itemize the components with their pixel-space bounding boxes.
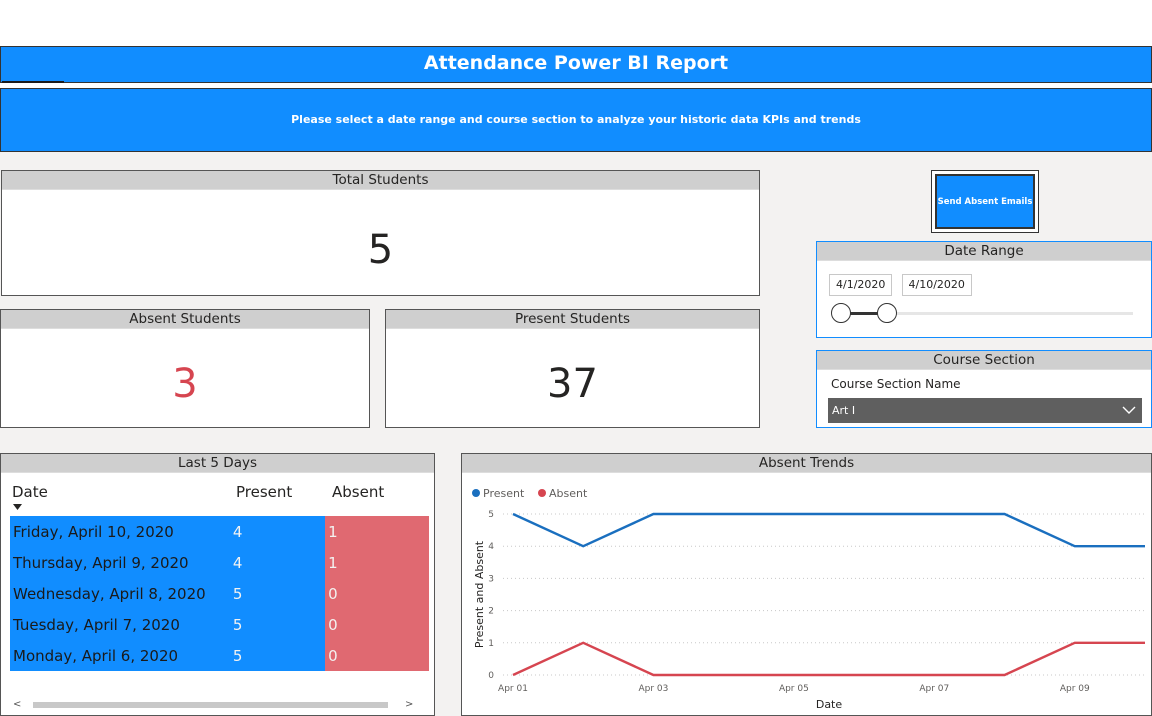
send-absent-emails-label: Send Absent Emails	[935, 174, 1035, 229]
legend-marker-absent	[538, 489, 546, 497]
sort-descending-icon[interactable]	[13, 504, 22, 510]
course-section-selected: Art I	[832, 404, 856, 417]
x-tick-label: Apr 07	[919, 684, 949, 694]
course-section-title: Course Section	[817, 351, 1151, 370]
absent-students-card[interactable]: Absent Students 3	[0, 309, 370, 428]
last-5-days-title: Last 5 Days	[1, 454, 434, 473]
y-tick-label: 3	[488, 574, 494, 584]
report-title-bar: Attendance Power BI Report	[0, 46, 1152, 83]
title-underline	[2, 81, 64, 83]
y-tick-label: 5	[488, 510, 494, 520]
series-line-present	[512, 512, 1145, 548]
send-absent-emails-button[interactable]: Send Absent Emails	[931, 170, 1039, 233]
cell-present: 4	[229, 547, 326, 578]
cell-absent: 1	[325, 516, 429, 547]
table-header: Date Present Absent	[1, 473, 434, 515]
last-5-days-table: Friday, April 10, 2020 4 1 Thursday, April …	[10, 516, 429, 671]
end-date-input[interactable]: 4/10/2020	[901, 274, 972, 296]
absent-students-label: Absent Students	[1, 310, 369, 329]
cell-absent: 1	[325, 547, 429, 578]
course-section-dropdown[interactable]: Art I	[828, 398, 1142, 423]
cell-present: 5	[229, 578, 326, 609]
table-row[interactable]: Friday, April 10, 2020 4 1	[10, 516, 429, 547]
present-students-card[interactable]: Present Students 37	[385, 309, 760, 428]
present-students-value: 37	[547, 361, 598, 407]
x-tick-label: Apr 09	[1060, 684, 1090, 694]
cell-absent: 0	[325, 640, 429, 671]
series-line-absent	[512, 641, 1145, 677]
scroll-left-icon[interactable]: <	[13, 699, 21, 710]
instructions-text: Please select a date range and course se…	[291, 113, 861, 126]
total-students-label: Total Students	[2, 171, 759, 190]
date-range-slicer[interactable]: Date Range 4/1/2020 4/10/2020	[816, 241, 1152, 338]
table-row[interactable]: Wednesday, April 8, 2020 5 0	[10, 578, 429, 609]
column-header-present[interactable]: Present	[236, 483, 292, 501]
horizontal-scrollbar[interactable]	[33, 702, 388, 708]
y-tick-label: 4	[488, 542, 494, 552]
total-students-card[interactable]: Total Students 5	[1, 170, 760, 296]
total-students-value: 5	[367, 227, 394, 273]
y-axis-title: Present and Absent	[473, 540, 486, 648]
instructions-banner: Please select a date range and course se…	[0, 88, 1152, 152]
cell-date: Tuesday, April 7, 2020	[10, 609, 230, 640]
absent-trends-chart-card[interactable]: Absent Trends 0 1 2 3 4 5 Apr 01 Apr 03 Apr 05 Ap…	[461, 453, 1152, 716]
y-tick-label: 2	[488, 607, 494, 617]
scroll-right-icon[interactable]: >	[405, 699, 413, 710]
start-date-input[interactable]: 4/1/2020	[829, 274, 893, 296]
chevron-down-icon	[1122, 406, 1136, 414]
date-slider-end-handle[interactable]	[877, 303, 897, 323]
legend-label-present: Present	[483, 487, 525, 500]
y-tick-label: 1	[488, 639, 494, 649]
column-header-date[interactable]: Date	[12, 483, 48, 501]
absent-trends-title: Absent Trends	[462, 454, 1151, 473]
legend-label-absent: Absent	[549, 487, 588, 500]
course-section-field-label: Course Section Name	[831, 377, 961, 391]
x-tick-label: Apr 05	[779, 684, 809, 694]
present-students-label: Present Students	[386, 310, 759, 329]
course-section-slicer[interactable]: Course Section Course Section Name Art I	[816, 350, 1152, 428]
column-header-absent[interactable]: Absent	[332, 483, 384, 501]
cell-present: 4	[229, 516, 326, 547]
y-tick-label: 0	[488, 671, 494, 681]
absent-students-value: 3	[172, 361, 198, 407]
x-tick-label: Apr 01	[498, 684, 528, 694]
cell-date: Wednesday, April 8, 2020	[10, 578, 230, 609]
cell-present: 5	[229, 609, 326, 640]
cell-date: Friday, April 10, 2020	[10, 516, 230, 547]
date-slider-start-handle[interactable]	[831, 303, 851, 323]
table-row[interactable]: Thursday, April 9, 2020 4 1	[10, 547, 429, 578]
last-5-days-table-card[interactable]: Last 5 Days Date Present Absent Friday, …	[0, 453, 435, 716]
absent-trends-chart: 0 1 2 3 4 5 Apr 01 Apr 03 Apr 05 Apr 07 Apr 09 Date…	[472, 487, 1145, 711]
cell-absent: 0	[325, 609, 429, 640]
table-row[interactable]: Tuesday, April 7, 2020 5 0	[10, 609, 429, 640]
x-axis-title: Date	[816, 698, 843, 711]
cell-date: Thursday, April 9, 2020	[10, 547, 230, 578]
report-title: Attendance Power BI Report	[423, 52, 729, 74]
cell-present: 5	[229, 640, 326, 671]
cell-absent: 0	[325, 578, 429, 609]
date-range-title: Date Range	[817, 242, 1151, 261]
x-tick-label: Apr 03	[638, 684, 668, 694]
cell-date: Monday, April 6, 2020	[10, 640, 230, 671]
legend-marker-present	[472, 489, 480, 497]
table-row[interactable]: Monday, April 6, 2020 5 0	[10, 640, 429, 671]
